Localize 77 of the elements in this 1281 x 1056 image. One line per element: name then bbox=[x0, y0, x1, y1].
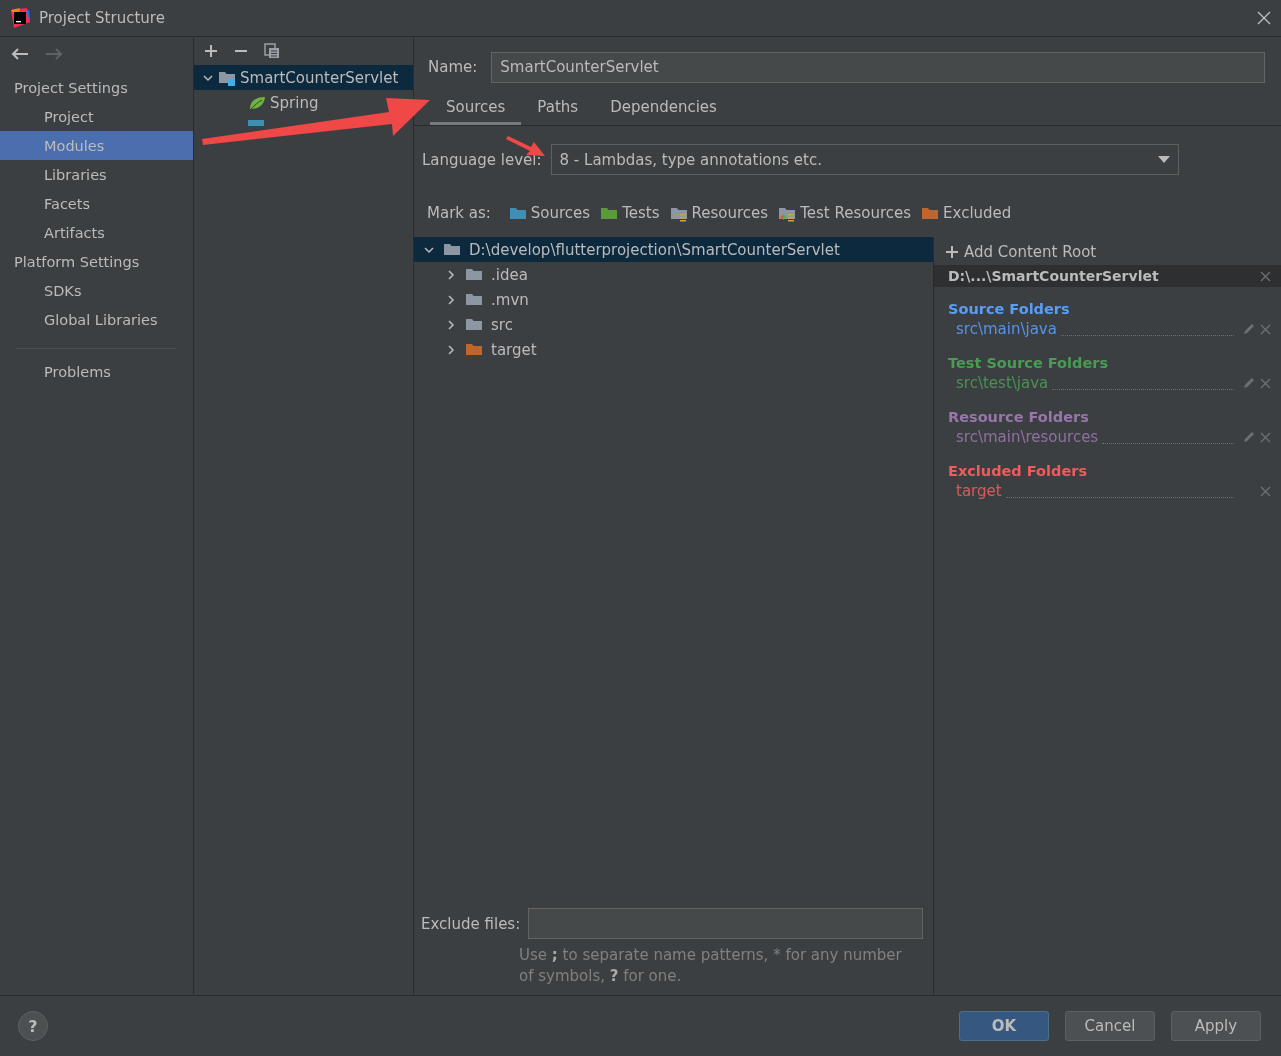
tree-row[interactable]: src bbox=[414, 312, 933, 337]
exclude-files-field[interactable] bbox=[528, 908, 923, 939]
folder-group-title: Test Source Folders bbox=[947, 354, 1109, 371]
mark-as-button[interactable]: Tests bbox=[622, 204, 660, 222]
field-label: Name: bbox=[428, 58, 478, 76]
folder-path: src\main\java bbox=[956, 320, 1057, 338]
tree-item-label: .mvn bbox=[491, 290, 529, 309]
folder-group-title: Source Folders bbox=[947, 300, 1071, 317]
content-root-path: D:\...\SmartCounterServlet bbox=[948, 268, 1159, 284]
tab[interactable]: Sources bbox=[430, 91, 522, 125]
pencil-icon[interactable] bbox=[1242, 376, 1256, 390]
folder-path: target bbox=[956, 482, 1002, 500]
nav-item[interactable]: Artifacts bbox=[0, 218, 193, 247]
mark-as-button[interactable]: Resources bbox=[691, 204, 769, 222]
mark-as-button[interactable]: Excluded bbox=[943, 204, 1012, 222]
remove-icon[interactable] bbox=[1260, 270, 1271, 282]
module-folder-icon bbox=[218, 69, 236, 86]
mark-as-button[interactable]: Test Resources bbox=[800, 204, 912, 222]
add-icon[interactable] bbox=[204, 44, 218, 58]
folder-icon bbox=[465, 316, 483, 333]
nav-item[interactable]: Global Libraries bbox=[0, 305, 193, 334]
section-heading: Platform Settings bbox=[13, 252, 141, 272]
tree-row[interactable]: target bbox=[414, 337, 933, 362]
expand-chevron-icon[interactable] bbox=[445, 268, 457, 281]
hint-text: Use ; to separate name patterns, * for any number of symbols, ? for one. bbox=[518, 945, 903, 987]
window-title: Project Structure bbox=[39, 9, 166, 27]
nav-item[interactable]: Project bbox=[0, 102, 193, 131]
copy-icon[interactable] bbox=[264, 43, 280, 59]
tree-row[interactable]: .idea bbox=[414, 262, 933, 287]
leaf-icon bbox=[248, 94, 266, 111]
nav-item[interactable]: Facets bbox=[0, 189, 193, 218]
tab[interactable]: Dependencies bbox=[594, 91, 733, 125]
language-level-dropdown[interactable]: 8 - Lambdas, type annotations etc. bbox=[550, 144, 1179, 175]
field-label: Exclude files: bbox=[421, 914, 521, 933]
dialog-button[interactable]: Apply bbox=[1171, 1011, 1261, 1041]
pencil-icon[interactable] bbox=[1242, 430, 1256, 444]
tree-row[interactable]: .mvn bbox=[414, 287, 933, 312]
mark-as-label: Mark as: bbox=[427, 204, 491, 222]
tree-item-label: target bbox=[491, 340, 537, 359]
field-label: Language level: bbox=[422, 150, 542, 169]
tab[interactable]: Paths bbox=[521, 91, 595, 125]
section-heading: Project Settings bbox=[13, 78, 129, 98]
expand-chevron-icon[interactable] bbox=[445, 318, 457, 331]
pencil-icon[interactable] bbox=[1242, 322, 1256, 336]
tree-item-label: SmartCounterServlet bbox=[240, 68, 399, 87]
caret-icon bbox=[1158, 156, 1170, 163]
expand-chevron-icon[interactable] bbox=[445, 343, 457, 356]
nav-item[interactable]: Problems bbox=[0, 357, 193, 386]
folder-icon bbox=[465, 266, 483, 283]
dialog-button[interactable]: Cancel bbox=[1065, 1011, 1155, 1041]
tree-item-label: .idea bbox=[491, 265, 528, 284]
tree-row[interactable]: D:\develop\flutterprojection\SmartCounterServlet bbox=[414, 237, 933, 262]
expand-chevron-icon[interactable] bbox=[445, 293, 457, 306]
folder-group-title: Resource Folders bbox=[947, 408, 1090, 425]
tree-item-label: src bbox=[491, 315, 513, 334]
tree-item-label: Spring bbox=[270, 93, 319, 112]
dialog-button[interactable]: OK bbox=[959, 1011, 1049, 1041]
help-button[interactable]: ? bbox=[18, 1011, 48, 1041]
folder-group-title: Excluded Folders bbox=[947, 462, 1089, 479]
tree-row[interactable]: Spring bbox=[194, 90, 319, 115]
folder-icon bbox=[465, 291, 483, 308]
back-arrow-icon[interactable] bbox=[10, 47, 30, 61]
tree-item-label: D:\develop\flutterprojection\SmartCounterServlet bbox=[469, 240, 840, 259]
folder-icon bbox=[443, 241, 461, 258]
folder-path: src\test\java bbox=[956, 374, 1049, 392]
folder-icon bbox=[465, 341, 483, 358]
web-module-icon bbox=[248, 120, 264, 126]
tree-row[interactable]: SmartCounterServlet bbox=[194, 65, 413, 90]
nav-item[interactable]: SDKs bbox=[0, 276, 193, 305]
app-logo-icon bbox=[10, 8, 30, 28]
close-icon[interactable] bbox=[1257, 11, 1271, 25]
name-input-field[interactable]: SmartCounterServlet bbox=[491, 51, 1265, 83]
nav-item[interactable]: Libraries bbox=[0, 160, 193, 189]
folder-path: src\main\resources bbox=[956, 428, 1099, 446]
plus-icon bbox=[946, 246, 958, 258]
add-content-root-button[interactable]: Add Content Root bbox=[934, 239, 1109, 265]
mark-as-button[interactable]: Sources bbox=[530, 204, 591, 222]
